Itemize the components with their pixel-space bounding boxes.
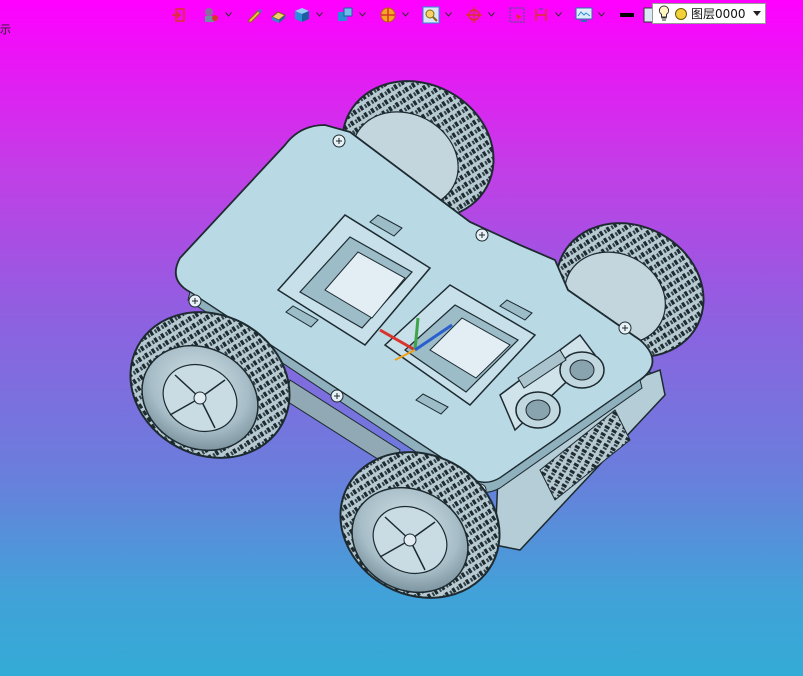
robot-car-model[interactable] [0, 0, 803, 676]
3d-viewport[interactable]: 示 图层0000 [0, 0, 803, 676]
